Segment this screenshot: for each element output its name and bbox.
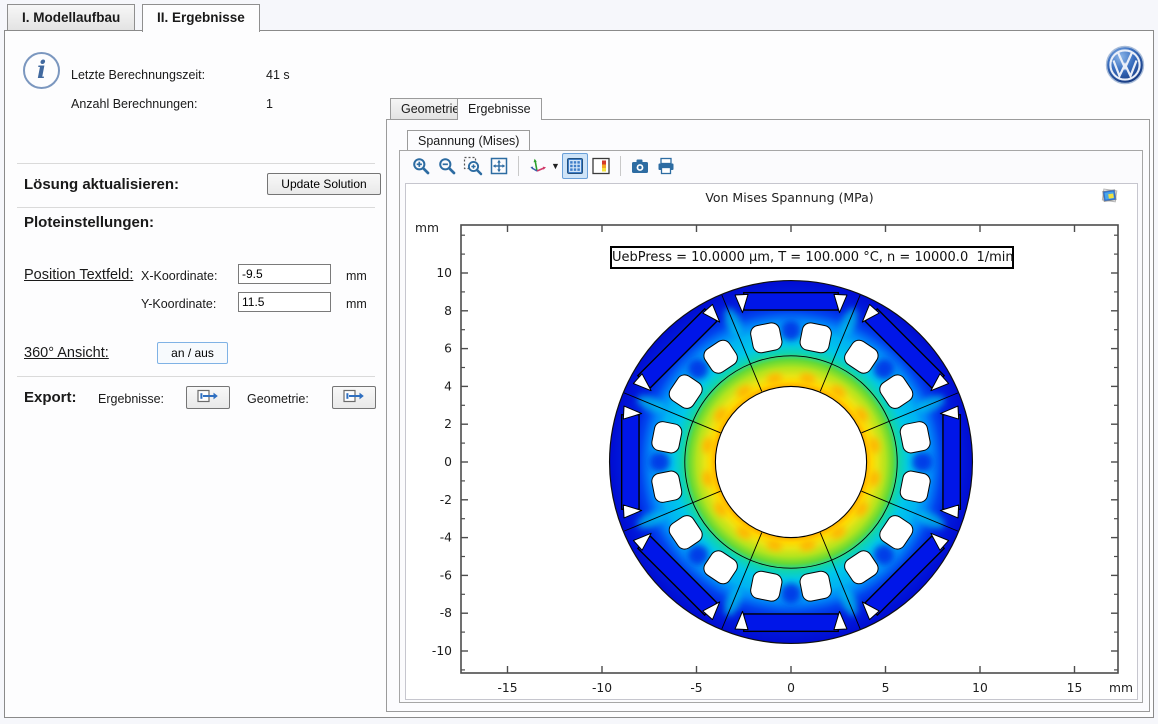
svg-text:-15: -15 [497,681,517,695]
svg-text:4: 4 [444,379,452,393]
print-icon[interactable] [653,153,679,179]
export-geometry-label: Geometrie: [247,392,309,406]
svg-text:15: 15 [1067,681,1083,695]
svg-text:-4: -4 [440,531,452,545]
y-coordinate-label: Y-Koordinate: [141,297,216,311]
export-results-label: Ergebnisse: [98,392,164,406]
export-heading: Export: [24,389,77,406]
main-panel: i Letzte Berechnungszeit: 41 s Anzahl Be… [4,30,1154,718]
plot-title: Von Mises Spannung (MPa) [461,190,1118,205]
x-coordinate-input[interactable] [238,264,331,284]
export-icon [343,389,365,403]
svg-text:mm: mm [1109,681,1133,695]
divider [17,163,375,164]
vw-logo [1105,45,1145,85]
update-solution-button[interactable]: Update Solution [267,173,381,195]
tab-spannung-mises[interactable]: Spannung (Mises) [407,130,530,152]
x-unit-label: mm [346,269,367,283]
info-glyph: i [37,55,46,84]
divider [17,376,375,377]
graphics-outer-panel: Spannung (Mises) [386,119,1150,712]
y-unit-label: mm [346,297,367,311]
tab-modellaufbau[interactable]: I. Modellaufbau [7,4,135,31]
last-computation-value: 41 s [266,68,290,82]
svg-text:6: 6 [444,342,452,356]
svg-text:5: 5 [882,681,890,695]
position-textfield-label: Position Textfeld: [24,267,133,283]
svg-text:-6: -6 [440,568,452,582]
plot-group-icon [1100,186,1120,206]
computation-count-value: 1 [266,97,273,111]
svg-text:0: 0 [787,681,795,695]
tab-ergebnisse[interactable]: II. Ergebnisse [142,4,260,32]
orientation-dropdown-caret[interactable]: ▼ [551,161,560,171]
x-coordinate-label: X-Koordinate: [141,269,217,283]
solution-heading: Lösung aktualisieren: [24,176,179,193]
zoom-out-icon[interactable] [434,153,460,179]
view-360-label: 360° Ansicht: [24,345,109,361]
color-legend-icon[interactable] [588,153,614,179]
parameter-annotation-box: UebPress = 10.0000 µm, T = 100.000 °C, n… [610,246,1014,269]
view-360-toggle-button[interactable]: an / aus [157,342,228,364]
svg-text:-8: -8 [440,606,452,620]
tab-ergebnisse-graphics[interactable]: Ergebnisse [457,98,542,120]
svg-text:0: 0 [444,455,452,469]
computation-count-label: Anzahl Berechnungen: [71,97,197,111]
zoom-extents-icon[interactable] [486,153,512,179]
svg-text:2: 2 [444,417,452,431]
plot-canvas[interactable]: -15 -10 -5 0 5 10 15 10 8 6 4 2 0 -2 -4 -6 -8 -10 mm mm Vo… [405,183,1138,700]
application-window: I. Modellaufbau II. Ergebnisse i Letzte … [0,0,1158,724]
graphics-toolbar: ▼ [400,151,1142,181]
plot-settings-heading: Ploteinstellungen: [24,214,154,231]
export-geometry-button[interactable] [332,386,376,409]
svg-text:-2: -2 [440,493,452,507]
snapshot-camera-icon[interactable] [627,153,653,179]
info-icon: i [23,52,60,89]
svg-text:8: 8 [444,304,452,318]
export-icon [197,389,219,403]
svg-text:mm: mm [415,221,439,235]
zoom-in-icon[interactable] [408,153,434,179]
grid-toggle-icon[interactable] [562,153,588,179]
y-coordinate-input[interactable] [238,292,331,312]
toolbar-separator [620,156,621,176]
svg-text:-10: -10 [432,644,452,658]
export-results-button[interactable] [186,386,230,409]
svg-text:-10: -10 [592,681,612,695]
graphics-inner-panel: ▼ [399,150,1143,703]
last-computation-label: Letzte Berechnungszeit: [71,68,205,82]
divider [17,207,375,208]
svg-text:10: 10 [436,266,452,280]
svg-text:-5: -5 [690,681,702,695]
zoom-box-icon[interactable] [460,153,486,179]
toolbar-separator [518,156,519,176]
orientation-axes-icon[interactable] [525,153,551,179]
svg-text:10: 10 [972,681,988,695]
